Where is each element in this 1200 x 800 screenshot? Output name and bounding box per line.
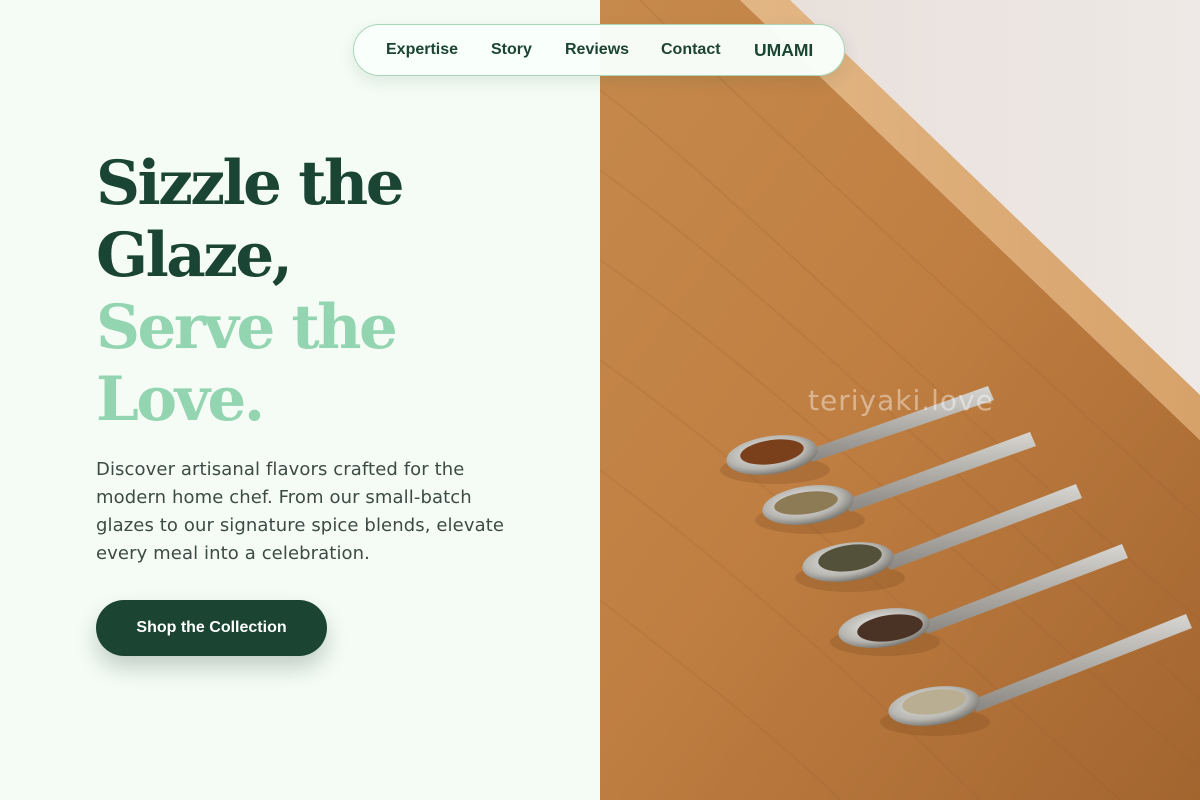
nav-link-reviews[interactable]: Reviews bbox=[565, 25, 629, 75]
hero-title-line-4: Love. bbox=[96, 364, 265, 435]
hero-title-line-2: Glaze, bbox=[96, 220, 293, 291]
nav-link-expertise[interactable]: Expertise bbox=[386, 25, 458, 75]
hero-title-line-1: Sizzle the bbox=[96, 148, 405, 219]
image-watermark: teriyaki.love bbox=[808, 384, 994, 417]
nav-link-contact[interactable]: Contact bbox=[661, 25, 721, 75]
hero-title-line-3: Serve the bbox=[96, 292, 398, 363]
brand-logo-link[interactable]: UMAMI bbox=[754, 25, 813, 75]
hero-photo-spice-spoons: teriyaki.love bbox=[600, 0, 1200, 800]
hero-subtitle: Discover artisanal flavors crafted for t… bbox=[96, 459, 505, 564]
hero-title: Sizzle the Glaze, Serve the Love. bbox=[96, 148, 405, 436]
shop-collection-button[interactable]: Shop the Collection bbox=[96, 600, 327, 656]
top-navigation: Expertise Story Reviews Contact UMAMI bbox=[353, 24, 845, 76]
nav-link-story[interactable]: Story bbox=[491, 25, 532, 75]
